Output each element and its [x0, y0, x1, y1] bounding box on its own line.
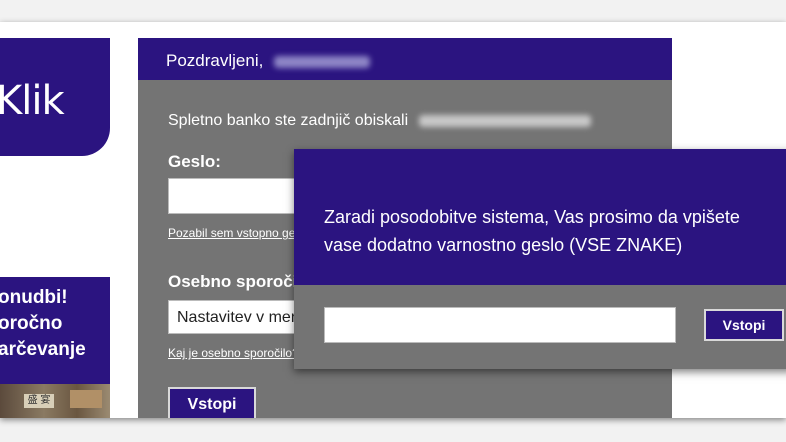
logo-text: Klik [0, 78, 65, 124]
password-label: Geslo: [168, 152, 221, 171]
security-modal: Zaradi posodobitve sistema, Vas prosimo … [294, 149, 786, 369]
personal-message-help-link[interactable]: Kaj je osebno sporočilo? [168, 346, 299, 360]
promo-image-sign: 盛 宴 [24, 394, 54, 408]
modal-message-line-2: vase dodatno varnostno geslo (VSE ZNAKE) [324, 235, 683, 255]
personal-message-select[interactable]: Nastavitev v meniju [168, 300, 308, 334]
bank-logo: Klik [0, 38, 110, 156]
promo-image-shape [70, 390, 102, 408]
browser-page: Klik onudbi! oročno arčevanje 盛 宴 Pozdra… [0, 22, 786, 418]
login-header: Pozdravljeni, [138, 38, 672, 80]
promo-image: 盛 宴 [0, 384, 110, 418]
personal-message-label: Osebno sporočilo [168, 272, 313, 291]
modal-footer: Vstopi [294, 285, 786, 369]
redacted-last-visit-date [418, 114, 591, 127]
promo-line-2: oročno [0, 313, 63, 334]
extra-password-input[interactable] [324, 307, 676, 343]
login-submit-button[interactable]: Vstopi [168, 387, 256, 418]
forgot-password-link[interactable]: Pozabil sem vstopno geslo [168, 226, 311, 240]
promo-line-1: onudbi! [0, 287, 68, 308]
last-visit-label: Spletno banko ste zadnjič obiskali [168, 112, 409, 129]
greeting-text: Pozdravljeni, [166, 51, 264, 70]
promo-line-3: arčevanje [0, 339, 86, 360]
last-visit-text: Spletno banko ste zadnjič obiskali [168, 112, 591, 130]
password-input[interactable] [168, 178, 308, 214]
greeting: Pozdravljeni, [166, 51, 371, 71]
modal-message: Zaradi posodobitve sistema, Vas prosimo … [324, 203, 740, 259]
promo-banner[interactable]: onudbi! oročno arčevanje 盛 宴 [0, 277, 110, 418]
modal-message-line-1: Zaradi posodobitve sistema, Vas prosimo … [324, 207, 740, 227]
redacted-username [274, 55, 371, 68]
modal-submit-button[interactable]: Vstopi [704, 309, 784, 341]
